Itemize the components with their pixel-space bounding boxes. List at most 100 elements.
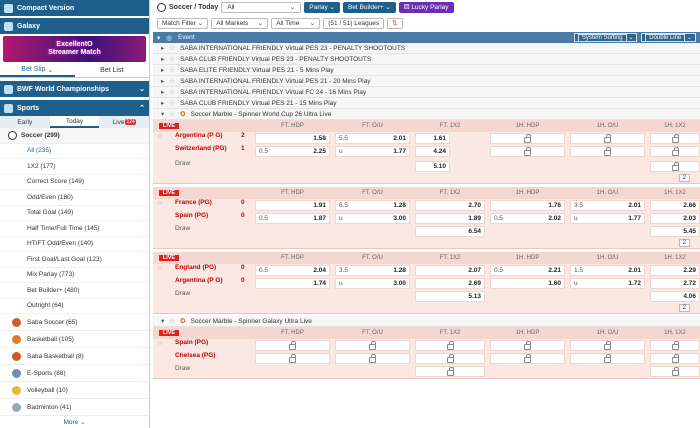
- tab-live[interactable]: Live 124: [99, 116, 149, 128]
- odds-cell[interactable]: u 1.77: [335, 146, 410, 157]
- odds-locked-cell[interactable]: [570, 133, 645, 144]
- sidebar-item-sport[interactable]: Volleyball (10): [0, 382, 149, 399]
- star-icon[interactable]: ☆: [169, 99, 175, 107]
- sidebar-item-market[interactable]: Mix Parlay (773): [0, 268, 149, 283]
- odds-cell[interactable]: 1.91: [255, 200, 330, 211]
- odds-cell[interactable]: 2.03: [650, 213, 700, 224]
- odds-cell[interactable]: 1.58: [255, 133, 330, 144]
- sidebar-item-soccer[interactable]: Soccer (299): [0, 128, 149, 144]
- sidebar-item-sport[interactable]: E-Sports (88): [0, 365, 149, 382]
- star-icon[interactable]: ☆: [169, 88, 175, 96]
- odds-cell[interactable]: 3.5 2.01: [570, 200, 645, 211]
- sidebar-item-market[interactable]: HT/FT Odd/Even (140): [0, 237, 149, 252]
- odds-locked-cell[interactable]: [650, 353, 700, 364]
- sports-bar[interactable]: Sports ⌃: [0, 100, 149, 116]
- odds-locked-cell[interactable]: [490, 340, 565, 351]
- compact-version-bar[interactable]: Compact Version: [0, 0, 149, 16]
- star-icon[interactable]: ☆: [157, 199, 163, 207]
- sidebar-item-market[interactable]: First Goal/Last Goal (123): [0, 252, 149, 268]
- star-icon[interactable]: ☆: [169, 110, 175, 118]
- odds-locked-cell[interactable]: [335, 353, 410, 364]
- sort-toggle-icon[interactable]: ⇅: [387, 17, 403, 29]
- bet-builder-button[interactable]: Bet Builder+ ⌄: [342, 1, 396, 13]
- odds-cell[interactable]: 0.5 2.25: [255, 146, 330, 157]
- odds-cell[interactable]: 1.89: [415, 213, 485, 224]
- odds-locked-cell[interactable]: [415, 366, 485, 377]
- odds-cell[interactable]: 5.13: [415, 291, 485, 302]
- competition-row[interactable]: ▸ ☆ SABA INTERNATIONAL FRIENDLY Virtual PE…: [153, 43, 700, 54]
- star-icon[interactable]: ☆: [169, 77, 175, 85]
- tab-early[interactable]: Early: [0, 116, 50, 128]
- star-icon[interactable]: ☆: [157, 132, 163, 140]
- odds-cell[interactable]: 6.5 1.28: [335, 200, 410, 211]
- odds-locked-cell[interactable]: [650, 340, 700, 351]
- league-header-1[interactable]: ▾ ☆ ✪ Soccer Marble - Spinner World Cup 26 …: [153, 109, 700, 120]
- odds-cell[interactable]: 2.72: [650, 278, 700, 289]
- odds-cell[interactable]: 0.5 2.02: [490, 213, 565, 224]
- odds-cell[interactable]: 2.66: [650, 200, 700, 211]
- competition-row[interactable]: ▸ ☆ SABA ELITE FRIENDLY Virtual PES 21 - 5…: [153, 65, 700, 76]
- competition-row[interactable]: ▸ ☆ SABA CLUB FRIENDLY Virtual PES 21 - 15…: [153, 98, 700, 109]
- more-markets-button[interactable]: 2: [678, 174, 690, 182]
- odds-locked-cell[interactable]: [570, 340, 645, 351]
- sidebar-item-market[interactable]: Total Goal (149): [0, 206, 149, 221]
- lucky-parlay-button[interactable]: ⚄ Lucky Parlay: [398, 1, 454, 13]
- tab-bet-slip[interactable]: Bet Slip ⌄: [0, 64, 75, 77]
- double-line-select[interactable]: Double Line ⌄: [641, 33, 696, 42]
- star-icon[interactable]: ☆: [169, 317, 175, 325]
- sidebar-item-market[interactable]: Half Time/Full Time (145): [0, 221, 149, 237]
- more-markets-button[interactable]: 2: [678, 304, 690, 312]
- sidebar-item-market[interactable]: All (235): [0, 144, 149, 159]
- odds-cell[interactable]: 0.5 2.04: [255, 265, 330, 276]
- odds-locked-cell[interactable]: [650, 146, 700, 157]
- tab-bet-list[interactable]: Bet List: [75, 64, 150, 77]
- odds-locked-cell[interactable]: [650, 366, 700, 377]
- odds-locked-cell[interactable]: [255, 353, 330, 364]
- odds-cell[interactable]: 2.07: [415, 265, 485, 276]
- odds-cell[interactable]: 4.24: [415, 146, 450, 157]
- odds-locked-cell[interactable]: [650, 161, 700, 172]
- promo-banner[interactable]: ExcellentO Streamer Match: [3, 36, 146, 62]
- star-icon[interactable]: ☆: [157, 339, 163, 347]
- odds-cell[interactable]: 6.54: [415, 226, 485, 237]
- league-header-2[interactable]: ▾ ☆ ✪ Soccer Marble - Spinner Galaxy Ultra …: [153, 316, 700, 327]
- odds-cell[interactable]: 1.5 2.01: [570, 265, 645, 276]
- competition-row[interactable]: ▸ ☆ SABA INTERNATIONAL FRIENDLY Virtual PE…: [153, 76, 700, 87]
- odds-locked-cell[interactable]: [415, 353, 485, 364]
- odds-cell[interactable]: 2.29: [650, 265, 700, 276]
- odds-cell[interactable]: 2.70: [415, 200, 485, 211]
- more-markets-button[interactable]: 2: [678, 239, 690, 247]
- time-select[interactable]: All Time ⌄: [271, 17, 321, 29]
- sidebar-item-sport[interactable]: Saba Basketball (8): [0, 348, 149, 365]
- sidebar-item-sport[interactable]: Badminton (41): [0, 399, 149, 416]
- odds-cell[interactable]: 1.74: [255, 278, 330, 289]
- tab-today[interactable]: Today: [49, 116, 100, 128]
- sidebar-item-sport[interactable]: Saba Soccer (65): [0, 314, 149, 331]
- competition-row[interactable]: ▸ ☆ SABA CLUB FRIENDLY Virtual PES 23 - PE…: [153, 54, 700, 65]
- more-link[interactable]: More ⌄: [0, 416, 149, 428]
- galaxy-bar[interactable]: Galaxy: [0, 18, 149, 34]
- odds-cell[interactable]: 5.5 2.01: [335, 133, 410, 144]
- sidebar-item-market[interactable]: Correct Score (149): [0, 175, 149, 190]
- star-icon[interactable]: ☆: [169, 66, 175, 74]
- star-icon[interactable]: ☆: [169, 44, 175, 52]
- odds-locked-cell[interactable]: [255, 340, 330, 351]
- odds-cell[interactable]: 3.5 1.28: [335, 265, 410, 276]
- odds-cell[interactable]: u 1.72: [570, 278, 645, 289]
- competition-row[interactable]: ▸ ☆ SABA INTERNATIONAL FRIENDLY Virtual FC…: [153, 87, 700, 98]
- bwf-bar[interactable]: BWF World Championships ⌄: [0, 81, 149, 97]
- odds-locked-cell[interactable]: [570, 353, 645, 364]
- odds-locked-cell[interactable]: [490, 353, 565, 364]
- sidebar-item-market[interactable]: Bet Builder+ (480): [0, 283, 149, 299]
- odds-cell[interactable]: 4.06: [650, 291, 700, 302]
- system-sorting-select[interactable]: System Sorting ⌄: [573, 33, 638, 42]
- odds-cell[interactable]: u 1.77: [570, 213, 645, 224]
- sidebar-item-market[interactable]: Outright (64): [0, 299, 149, 314]
- odds-locked-cell[interactable]: [335, 340, 410, 351]
- odds-cell[interactable]: 0.5 2.21: [490, 265, 565, 276]
- odds-cell[interactable]: 5.45: [650, 226, 700, 237]
- odds-cell[interactable]: u 3.00: [335, 278, 410, 289]
- odds-cell[interactable]: 2.69: [415, 278, 485, 289]
- odds-cell[interactable]: 1.61: [415, 133, 450, 144]
- sidebar-item-market[interactable]: 1X2 (177): [0, 159, 149, 175]
